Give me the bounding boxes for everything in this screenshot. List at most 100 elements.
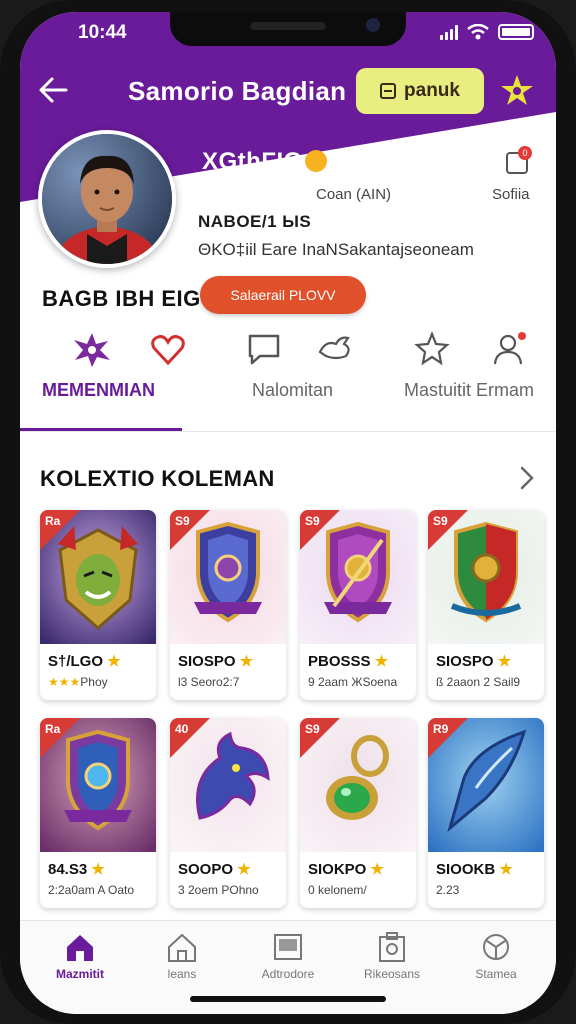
card-subtitle: l3 Seoro2:7	[178, 675, 239, 689]
app-screen: 10:44 Samorio Bagdian panuk XGthFIG 0 Co…	[20, 12, 556, 1014]
home-indicator	[190, 996, 386, 1002]
phone-frame: 10:44 Samorio Bagdian panuk XGthFIG 0 Co…	[0, 0, 576, 1024]
collection-title: KOLEXTIO KOLEMAN	[40, 466, 275, 491]
panuk-button[interactable]: panuk	[356, 68, 484, 114]
collection-card[interactable]: S9 PBOSSS ★ 9 2aam ЖSoena	[300, 510, 416, 700]
bird-icon[interactable]	[314, 330, 358, 368]
user-icon[interactable]	[488, 330, 532, 368]
collection-card[interactable]: S9 SIOSPO ★ ß 2aaon 2 Sail9	[428, 510, 544, 700]
chevron-right-icon[interactable]	[516, 464, 538, 492]
wifi-icon	[467, 24, 489, 40]
profile-tabs: MEMENMIAN Nalomitan Mastuitit Ermam	[20, 330, 556, 437]
battery-icon	[498, 24, 534, 40]
star-icon: ★	[499, 861, 513, 878]
star-icon: ★	[374, 653, 389, 670]
arrow-left-icon[interactable]	[36, 74, 74, 106]
nav-item-leans[interactable]: leans	[132, 931, 232, 981]
card-name-text: SIOKPO	[308, 861, 367, 878]
bio-text: ΘKO‡iil Eare InaNSakantajseoneam	[198, 240, 474, 259]
card-subtitle-text: 0 kelonem/	[308, 883, 367, 897]
nav-label: leans	[167, 967, 197, 981]
tab-nalomitan[interactable]: Nalomitan	[252, 380, 333, 401]
heart-icon[interactable]	[146, 330, 190, 368]
card-subtitle-text: ß 2aaon 2 Sail9	[436, 675, 521, 689]
nav-item-adtrodore[interactable]: Adtrodore	[238, 931, 338, 981]
star-icon: ★	[370, 861, 384, 878]
card-subtitle-text: 2.23	[436, 883, 460, 897]
bio-title: NABOE/1 ЫS	[198, 212, 312, 231]
card-name-text: SIOOKB	[436, 861, 496, 878]
star-icon: ★	[239, 653, 254, 670]
card-subtitle-text: Phoy	[80, 675, 108, 689]
notification-icon[interactable]: 0	[504, 146, 534, 176]
star-badge-icon[interactable]	[498, 72, 536, 110]
signal-icon	[440, 24, 458, 40]
card-name-text: 84.S3	[48, 861, 88, 878]
card-subtitle: 3 2oem POhno	[178, 883, 259, 897]
rank-label: S9	[305, 722, 320, 736]
globe-icon	[483, 934, 509, 960]
tab-mastuitit-ermam[interactable]: Mastuitit Ermam	[404, 380, 534, 401]
card-name-text: SOOPO	[178, 861, 234, 878]
star-heart-icon[interactable]	[70, 330, 114, 368]
rank-label: S9	[175, 514, 190, 528]
card-name: SIOOKB ★	[436, 860, 513, 878]
speaker	[250, 22, 326, 30]
card-subtitle-text: 9 2aam ЖSoena	[308, 675, 398, 689]
user-handle-text: XGthFIG	[202, 148, 303, 175]
nav-item-rikeosans[interactable]: Rikeosans	[342, 931, 442, 981]
square-icon	[380, 83, 397, 99]
collection-card[interactable]: Ra 84.S3 ★ 2:2a0am A Oato	[40, 718, 156, 908]
home-icon	[67, 935, 93, 961]
card-name-text: SIOSPO	[436, 653, 494, 670]
card-subtitle: 2.23	[436, 883, 459, 897]
front-camera	[366, 18, 380, 32]
card-subtitle-text: 2:2a0am A Oato	[48, 883, 135, 897]
card-subtitle: ★★★Phoy	[48, 675, 108, 689]
follow-button[interactable]: Salaerail PLOVV	[200, 276, 366, 314]
page-title: Samorio Bagdian	[128, 76, 347, 106]
nav-item-mazmitit[interactable]: Mazmitit	[30, 931, 130, 981]
star-icon: ★	[237, 861, 251, 878]
panuk-button-label: panuk	[404, 80, 460, 101]
gallery-icon	[274, 934, 302, 960]
status-time: 10:44	[78, 22, 127, 43]
nav-label: Rikeosans	[363, 967, 421, 981]
card-name-text: PBOSSS	[308, 653, 371, 670]
card-name: SOOPO ★	[178, 860, 251, 878]
tab-memenmian[interactable]: MEMENMIAN	[42, 380, 155, 401]
rank-label: S9	[305, 514, 320, 528]
chat-icon[interactable]	[242, 330, 286, 368]
card-name: SIOKPO ★	[308, 860, 384, 878]
nav-label: Mazmitit	[56, 967, 104, 981]
card-name-text: S†/LGO	[48, 653, 104, 670]
notch	[170, 12, 406, 46]
card-name-text: SIOSPO	[178, 653, 236, 670]
card-subtitle: ß 2aaon 2 Sail9	[436, 675, 520, 689]
card-subtitle-text: l3 Seoro2:7	[178, 675, 240, 689]
rank-label: Ra	[45, 722, 61, 736]
avatar[interactable]	[38, 130, 176, 268]
nav-label: Adtrodore	[261, 967, 315, 981]
house-outline-icon	[168, 933, 196, 962]
nav-label: Stamea	[475, 967, 517, 981]
collection-card[interactable]: Ra S†/LGO ★ ★★★Phoy	[40, 510, 156, 700]
profile-stat-b: Sofiia	[492, 186, 530, 203]
star-icon: ★	[107, 653, 121, 670]
collection-card[interactable]: S9 SIOSPO ★ l3 Seoro2:7	[170, 510, 286, 700]
collection-card[interactable]: S9 SIOKPO ★ 0 kelonem/	[300, 718, 416, 908]
profile-name: BAGB IBH EIG	[42, 286, 201, 311]
star-outline-icon[interactable]	[410, 330, 454, 368]
rank-label: S9	[433, 514, 448, 528]
rank-label: 40	[175, 722, 189, 736]
collection-card[interactable]: R9 SIOOKB ★ 2.23	[428, 718, 544, 908]
collection-section: KOLEXTIO KOLEMAN Ra S†/LGO ★ ★★★Phoy S9 …	[20, 432, 556, 932]
star-icon: ★	[497, 653, 512, 670]
notification-count: 0	[518, 146, 532, 160]
card-name: 84.S3 ★	[48, 860, 105, 878]
collection-card[interactable]: 40 SOOPO ★ 3 2oem POhno	[170, 718, 286, 908]
rating-stars: ★★★	[48, 675, 81, 689]
card-subtitle: 9 2aam ЖSoena	[308, 675, 397, 689]
nav-item-stamea[interactable]: Stamea	[446, 931, 546, 981]
rank-label: Ra	[45, 514, 61, 528]
